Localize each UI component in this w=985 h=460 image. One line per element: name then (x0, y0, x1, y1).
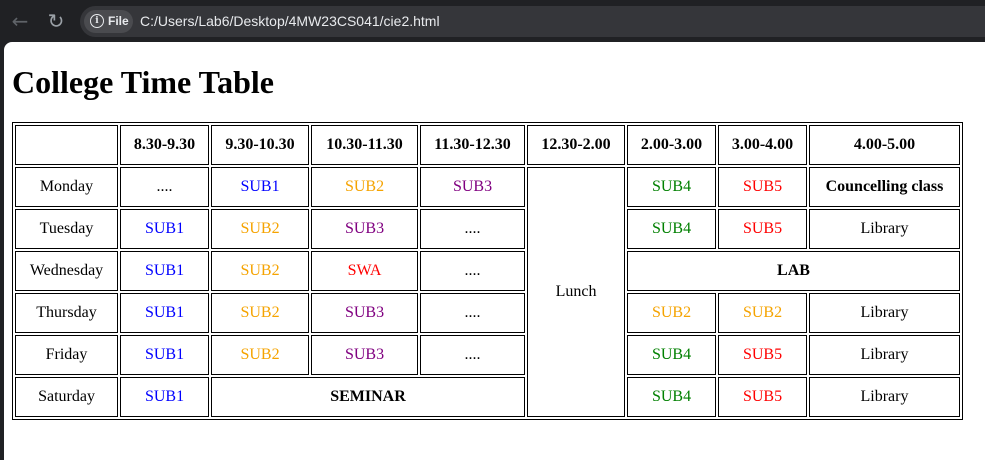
period-cell: .... (120, 167, 209, 207)
period-cell: SUB1 (120, 293, 209, 333)
day-cell: Wednesday (15, 251, 118, 291)
url-text[interactable]: C:/Users/Lab6/Desktop/4MW23CS041/cie2.ht… (140, 13, 440, 29)
period-cell: SUB2 (211, 335, 309, 375)
period-cell: Library (809, 377, 960, 417)
day-cell: Friday (15, 335, 118, 375)
time-header: 4.00-5.00 (809, 125, 960, 165)
row-monday: Monday .... SUB1 SUB2 SUB3 Lunch SUB4 SU… (15, 167, 960, 417)
period-cell: .... (420, 293, 525, 333)
row-saturday: Saturday SUB1 SEMINAR SUB4 SUB5 Library (15, 377, 960, 417)
period-cell: SUB3 (311, 293, 418, 333)
period-cell: SUB4 (627, 377, 716, 417)
info-icon: i (90, 14, 104, 28)
timetable: 8.30-9.30 9.30-10.30 10.30-11.30 11.30-1… (12, 122, 963, 420)
lab-cell: LAB (627, 251, 960, 291)
period-cell: SUB5 (718, 377, 807, 417)
period-cell: Library (809, 209, 960, 249)
period-cell: SUB1 (120, 377, 209, 417)
corner-cell (15, 125, 118, 165)
period-cell: .... (420, 335, 525, 375)
time-header: 9.30-10.30 (211, 125, 309, 165)
period-cell: SUB4 (627, 335, 716, 375)
period-cell: SUB1 (120, 335, 209, 375)
day-cell: Saturday (15, 377, 118, 417)
time-header: 8.30-9.30 (120, 125, 209, 165)
site-info-label: File (108, 14, 129, 28)
row-thursday: Thursday SUB1 SUB2 SUB3 .... SUB2 SUB2 L… (15, 293, 960, 333)
period-cell: .... (420, 209, 525, 249)
lunch-cell: Lunch (527, 167, 625, 417)
day-cell: Monday (15, 167, 118, 207)
period-cell: SUB3 (311, 335, 418, 375)
period-cell: SUB5 (718, 335, 807, 375)
period-cell: SWA (311, 251, 418, 291)
period-cell: SUB1 (211, 167, 309, 207)
period-cell: Library (809, 293, 960, 333)
row-wednesday: Wednesday SUB1 SUB2 SWA .... LAB (15, 251, 960, 291)
page-content: College Time Table 8.30-9.30 9.30-10.30 … (4, 42, 985, 460)
back-arrow-icon[interactable]: ← (8, 9, 32, 33)
seminar-cell: SEMINAR (211, 377, 525, 417)
period-cell: SUB2 (718, 293, 807, 333)
address-bar[interactable]: i File C:/Users/Lab6/Desktop/4MW23CS041/… (80, 6, 985, 37)
site-info-chip[interactable]: i File (84, 10, 133, 33)
period-cell: SUB2 (211, 293, 309, 333)
header-row: 8.30-9.30 9.30-10.30 10.30-11.30 11.30-1… (15, 125, 960, 165)
period-cell: SUB2 (211, 251, 309, 291)
period-cell: SUB5 (718, 167, 807, 207)
period-cell: SUB2 (211, 209, 309, 249)
day-cell: Thursday (15, 293, 118, 333)
period-cell: SUB1 (120, 209, 209, 249)
period-cell: Library (809, 335, 960, 375)
page-title: College Time Table (12, 64, 274, 100)
period-cell: SUB2 (311, 167, 418, 207)
reload-icon[interactable]: ↻ (44, 9, 68, 33)
period-cell: SUB4 (627, 167, 716, 207)
period-cell: .... (420, 251, 525, 291)
period-cell: SUB4 (627, 209, 716, 249)
period-cell: SUB1 (120, 251, 209, 291)
period-cell: SUB5 (718, 209, 807, 249)
browser-toolbar: ← ↻ i File C:/Users/Lab6/Desktop/4MW23CS… (0, 0, 985, 42)
time-header: 3.00-4.00 (718, 125, 807, 165)
period-cell: SUB2 (627, 293, 716, 333)
period-cell: SUB3 (420, 167, 525, 207)
time-header: 11.30-12.30 (420, 125, 525, 165)
period-cell: SUB3 (311, 209, 418, 249)
period-cell: Councelling class (809, 167, 960, 207)
time-header: 2.00-3.00 (627, 125, 716, 165)
day-cell: Tuesday (15, 209, 118, 249)
time-header: 12.30-2.00 (527, 125, 625, 165)
row-friday: Friday SUB1 SUB2 SUB3 .... SUB4 SUB5 Lib… (15, 335, 960, 375)
row-tuesday: Tuesday SUB1 SUB2 SUB3 .... SUB4 SUB5 Li… (15, 209, 960, 249)
time-header: 10.30-11.30 (311, 125, 418, 165)
